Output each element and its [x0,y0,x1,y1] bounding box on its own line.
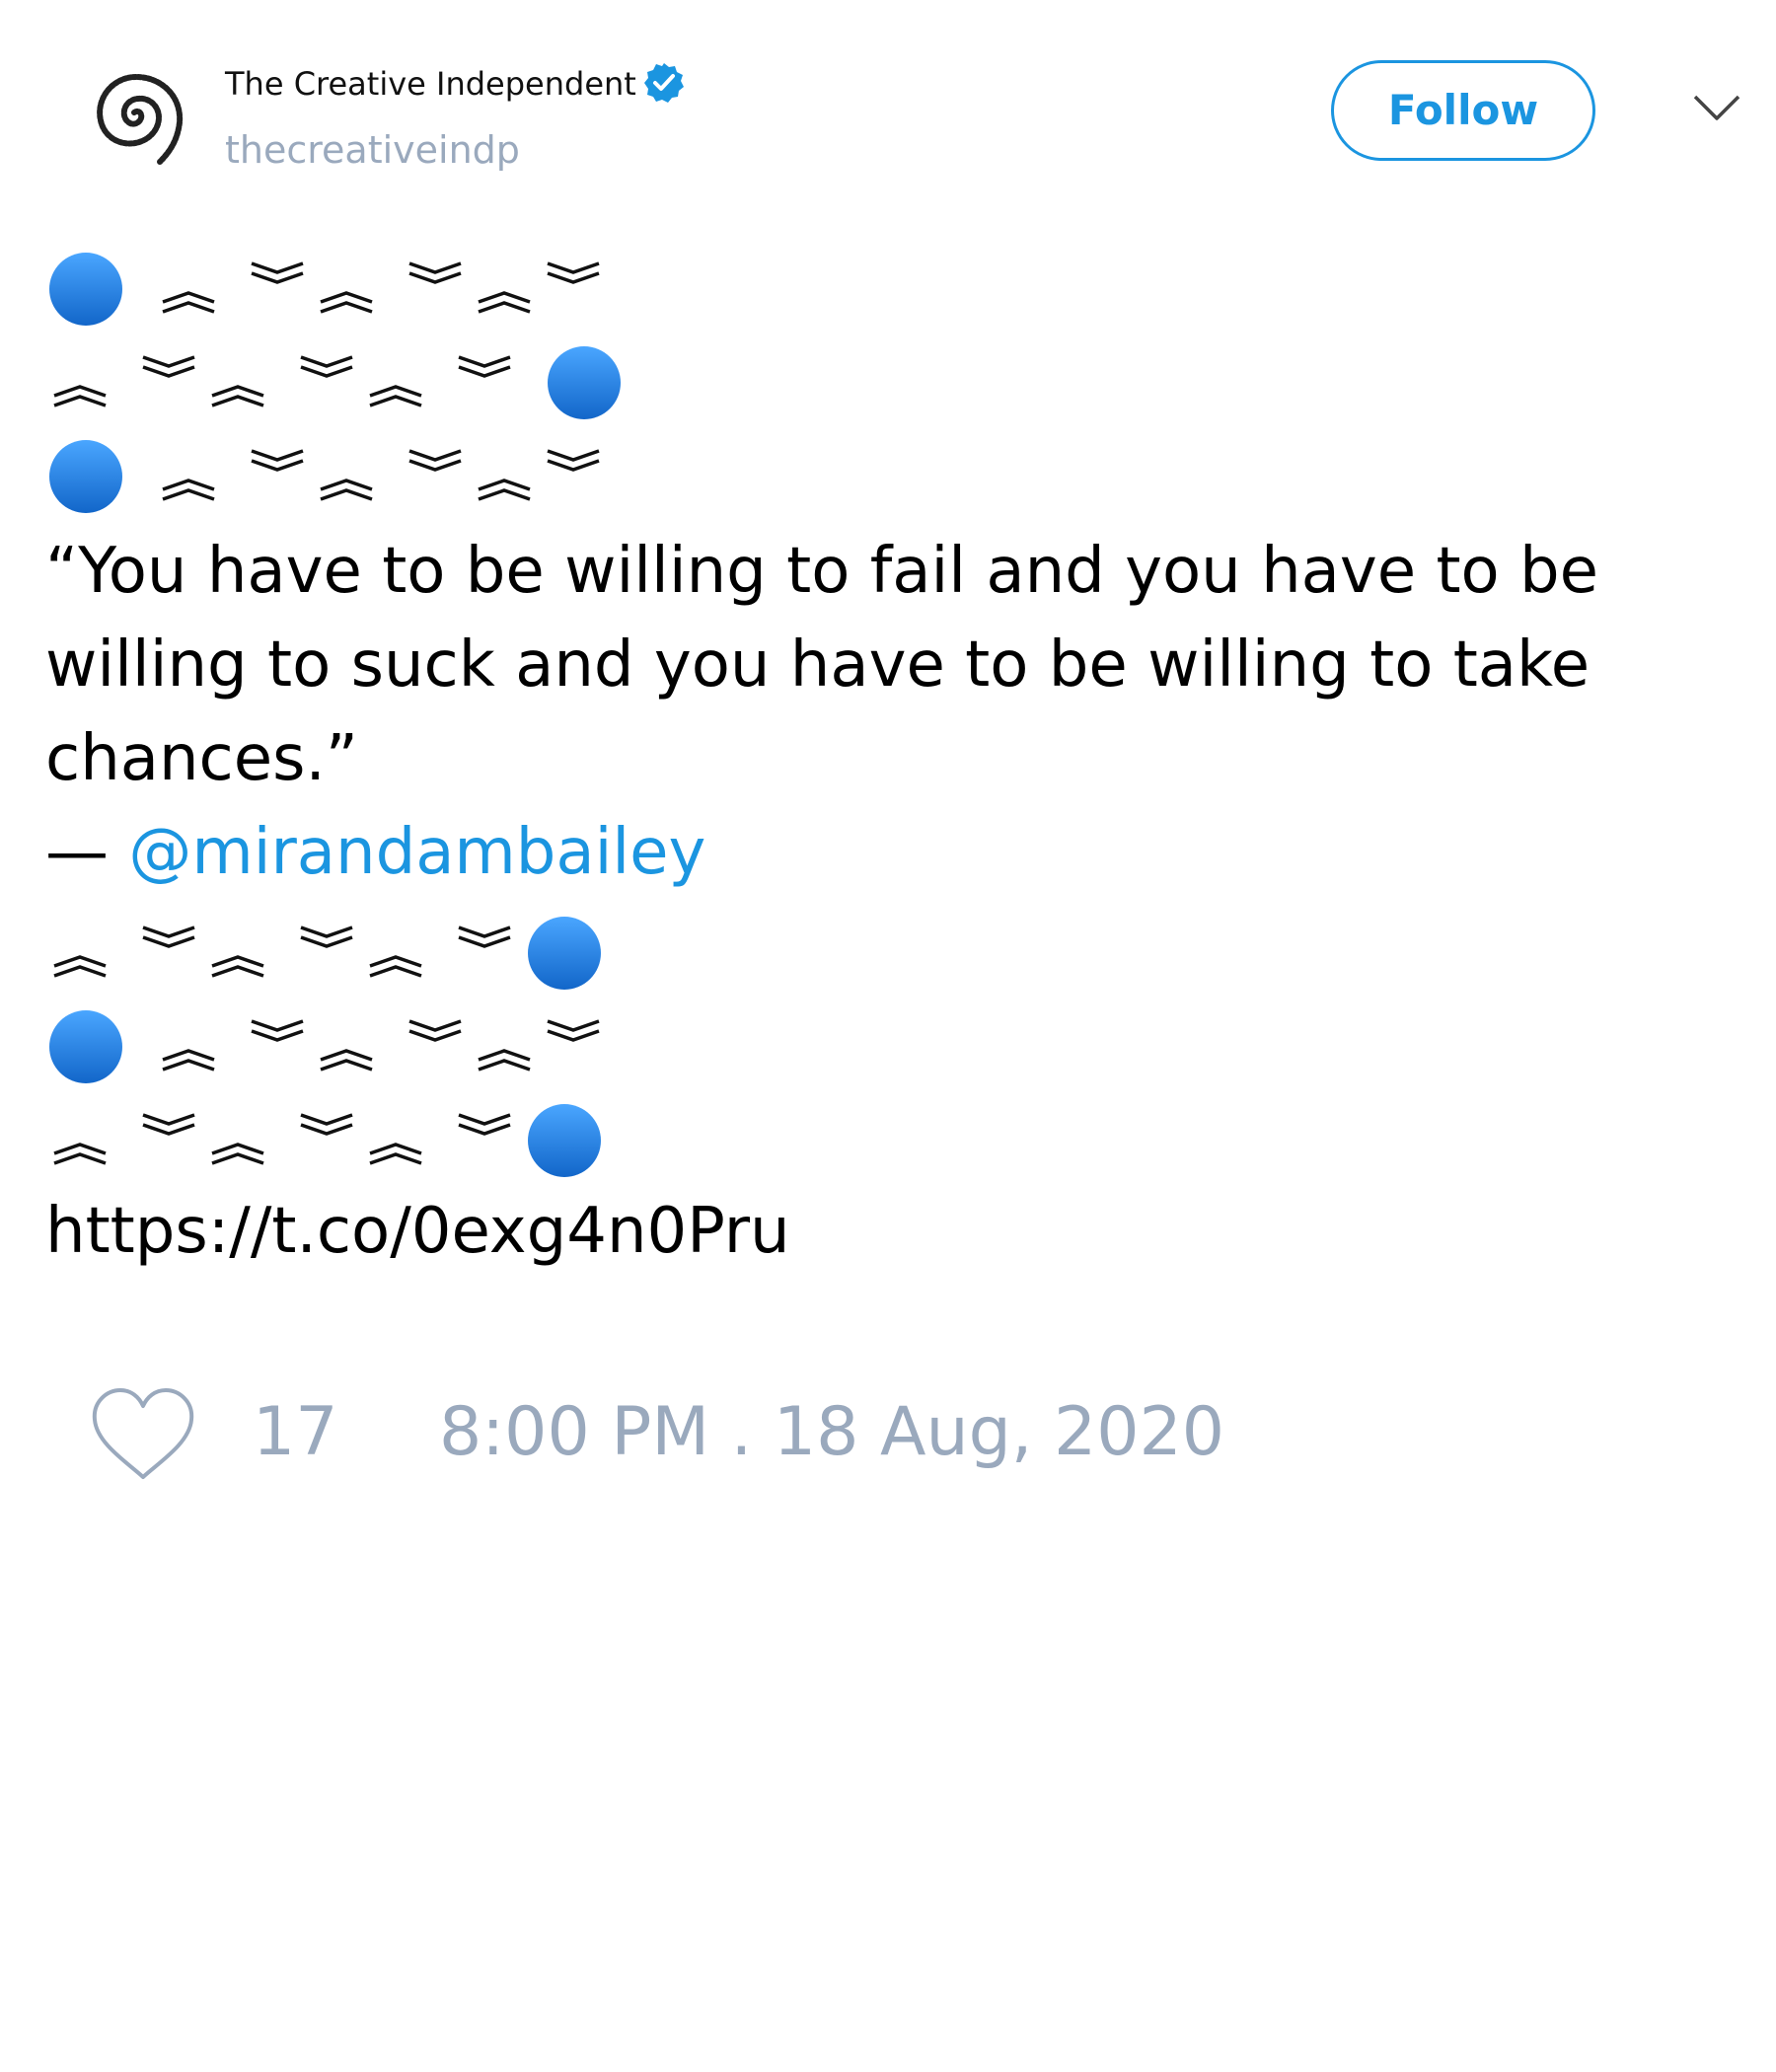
emoji-pattern-row-1 [49,253,600,326]
double-caret-down-icon [458,355,511,378]
double-caret-up-icon [478,479,531,501]
spiral-logo-icon [97,73,184,165]
double-caret-up-icon [53,955,107,978]
emoji-pattern-row-5 [49,1010,600,1083]
tweet-link[interactable]: https://t.co/0exg4n0Pru [45,1185,790,1279]
emoji-pattern-row-3 [49,440,600,513]
double-caret-down-icon [251,1019,304,1042]
double-caret-up-icon [162,1049,215,1072]
double-caret-down-icon [458,1113,511,1136]
tweet-quote-line-3: chances.” [45,722,358,795]
double-caret-down-icon [300,925,353,948]
attribution-dash: — [45,816,109,889]
username[interactable]: thecreativeindp [225,128,520,172]
follow-button[interactable]: Follow [1331,60,1595,161]
attribution-line: — @mirandambailey [45,806,705,900]
timestamp[interactable]: 8:00 PM . 18 Aug, 2020 [439,1393,1224,1472]
double-caret-down-icon [408,449,462,472]
double-caret-up-icon [320,291,373,314]
emoji-pattern-row-4 [53,917,601,990]
double-caret-up-icon [53,385,107,407]
double-caret-up-icon [320,1049,373,1072]
double-caret-up-icon [478,291,531,314]
double-caret-down-icon [408,261,462,284]
blue-circle-icon [548,346,621,419]
double-caret-up-icon [320,479,373,501]
double-caret-down-icon [547,261,600,284]
blue-circle-icon [528,917,601,990]
double-caret-down-icon [547,1019,600,1042]
verified-badge-icon [643,63,684,103]
double-caret-up-icon [478,1049,531,1072]
double-caret-up-icon [211,955,264,978]
double-caret-up-icon [162,479,215,501]
double-caret-down-icon [142,1113,195,1136]
double-caret-up-icon [162,291,215,314]
blue-circle-icon [528,1104,601,1177]
blue-circle-icon [49,253,122,326]
blue-circle-icon [49,440,122,513]
double-caret-up-icon [369,955,422,978]
double-caret-up-icon [369,1143,422,1165]
emoji-pattern-row-2 [53,346,621,419]
heart-icon[interactable] [89,1386,197,1485]
display-name[interactable]: The Creative Independent [225,61,686,106]
double-caret-down-icon [251,261,304,284]
chevron-down-icon[interactable] [1692,91,1741,124]
like-count: 17 [253,1393,338,1471]
tweet-quote-line-1: “You have to be willing to fail and you … [45,535,1599,608]
double-caret-down-icon [300,355,353,378]
tweet-quote-line-2: willing to suck and you have to be willi… [45,629,1591,702]
blue-circle-icon [49,1010,122,1083]
double-caret-down-icon [547,449,600,472]
double-caret-down-icon [458,925,511,948]
double-caret-up-icon [53,1143,107,1165]
double-caret-up-icon [211,1143,264,1165]
double-caret-down-icon [142,925,195,948]
double-caret-down-icon [300,1113,353,1136]
emoji-pattern-row-6 [53,1104,601,1177]
double-caret-up-icon [211,385,264,407]
avatar[interactable] [65,51,203,180]
double-caret-down-icon [251,449,304,472]
double-caret-down-icon [408,1019,462,1042]
display-name-text: The Creative Independent [225,65,636,103]
mention-link[interactable]: @mirandambailey [128,816,705,889]
double-caret-up-icon [369,385,422,407]
double-caret-down-icon [142,355,195,378]
